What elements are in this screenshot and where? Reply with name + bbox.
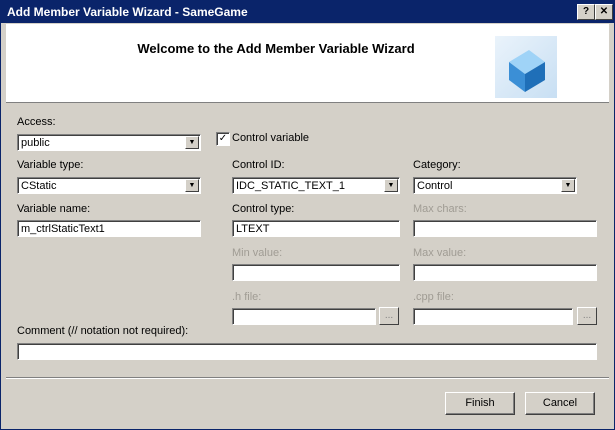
cpp-file-browse-button[interactable]: ...	[577, 307, 597, 325]
access-value: public	[21, 137, 50, 149]
category-label: Category:	[413, 159, 461, 171]
chevron-down-icon[interactable]: ▼	[185, 179, 199, 192]
max-value-label: Max value:	[413, 247, 467, 259]
comment-input[interactable]	[17, 343, 597, 360]
chevron-down-icon[interactable]: ▼	[384, 179, 398, 192]
wizard-banner: Welcome to the Add Member Variable Wizar…	[6, 24, 609, 103]
banner-heading: Welcome to the Add Member Variable Wizar…	[137, 41, 415, 56]
h-file-browse-button[interactable]: ...	[379, 307, 399, 325]
variable-type-select[interactable]: CStatic ▼	[17, 177, 201, 194]
chevron-down-icon[interactable]: ▼	[561, 179, 575, 192]
divider	[6, 377, 609, 379]
control-id-label: Control ID:	[232, 159, 285, 171]
max-value-input[interactable]	[413, 264, 597, 281]
control-type-label: Control type:	[232, 203, 295, 215]
h-file-label: .h file:	[232, 291, 262, 303]
access-select[interactable]: public ▼	[17, 134, 201, 151]
min-value-input[interactable]	[232, 264, 400, 281]
window-title: Add Member Variable Wizard - SameGame	[7, 5, 248, 19]
cpp-file-input[interactable]	[413, 308, 573, 325]
wizard-dialog: Add Member Variable Wizard - SameGame ? …	[0, 0, 615, 430]
category-value: Control	[417, 180, 453, 192]
min-value-label: Min value:	[232, 247, 283, 259]
title-bar[interactable]: Add Member Variable Wizard - SameGame ? …	[1, 1, 614, 23]
control-variable-checkbox[interactable]: ✓	[216, 132, 230, 146]
max-chars-input[interactable]	[413, 220, 597, 237]
close-button[interactable]: ✕	[595, 4, 613, 20]
control-type-input[interactable]: LTEXT	[232, 220, 400, 237]
variable-type-label: Variable type:	[17, 159, 84, 171]
comment-label: Comment (// notation not required):	[17, 325, 189, 337]
h-file-input[interactable]	[232, 308, 376, 325]
access-label: Access:	[17, 116, 56, 128]
control-id-select[interactable]: IDC_STATIC_TEXT_1 ▼	[232, 177, 400, 194]
wizard-cube-icon	[495, 36, 557, 98]
cancel-button[interactable]: Cancel	[525, 392, 595, 415]
variable-name-label: Variable name:	[17, 203, 91, 215]
max-chars-label: Max chars:	[413, 203, 467, 215]
help-button[interactable]: ?	[577, 4, 595, 20]
control-variable-label: Control variable	[232, 132, 310, 144]
cpp-file-label: .cpp file:	[413, 291, 454, 303]
control-id-value: IDC_STATIC_TEXT_1	[236, 180, 346, 192]
variable-type-value: CStatic	[21, 180, 57, 192]
variable-name-input[interactable]: m_ctrlStaticText1	[17, 220, 201, 237]
category-select[interactable]: Control ▼	[413, 177, 577, 194]
chevron-down-icon[interactable]: ▼	[185, 136, 199, 149]
finish-button[interactable]: Finish	[445, 392, 515, 415]
